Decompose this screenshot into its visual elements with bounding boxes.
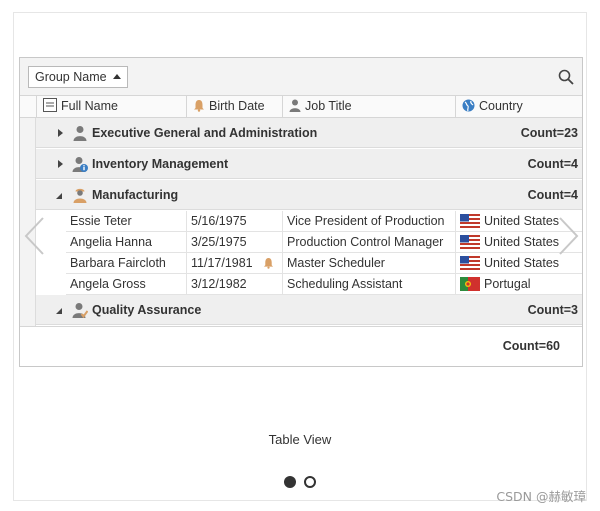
group-count: Count=23 bbox=[520, 126, 578, 140]
cell-job-title: Scheduling Assistant bbox=[282, 274, 455, 294]
view-caption: Table View bbox=[268, 432, 332, 447]
group-name: Inventory Management bbox=[92, 157, 229, 171]
data-grid: Group Name Full Name Birth Date Job Titl… bbox=[19, 57, 583, 367]
birth-date-text: 3/12/1982 bbox=[191, 277, 247, 291]
person-icon bbox=[289, 99, 301, 112]
table-row[interactable]: Barbara Faircloth 11/17/1981 Master Sche… bbox=[66, 253, 582, 274]
group-name-label: Group Name bbox=[35, 70, 107, 84]
group-name: Quality Assurance bbox=[92, 303, 202, 317]
bell-icon bbox=[194, 100, 204, 112]
column-header-birth-date[interactable]: Birth Date bbox=[186, 96, 282, 117]
sort-triangle-icon bbox=[113, 74, 121, 79]
cell-country: Portugal bbox=[455, 274, 582, 294]
group-row-executive[interactable]: Executive General and Administration Cou… bbox=[36, 118, 582, 148]
cell-country: United States bbox=[455, 253, 582, 273]
cell-birth-date: 3/12/1982 bbox=[186, 274, 282, 294]
birth-date-text: 3/25/1975 bbox=[191, 235, 247, 249]
cell-full-name: Angela Gross bbox=[70, 277, 146, 291]
country-text: United States bbox=[484, 214, 560, 228]
table-row[interactable]: Angelia Hanna 3/25/1975 Production Contr… bbox=[66, 232, 582, 253]
cell-job-title: Production Control Manager bbox=[282, 232, 455, 252]
person-check-icon bbox=[72, 303, 88, 318]
column-header-label: Birth Date bbox=[209, 99, 265, 113]
column-header-job-title[interactable]: Job Title bbox=[282, 96, 455, 117]
group-count: Count=3 bbox=[527, 303, 578, 317]
person-icon bbox=[73, 126, 87, 141]
us-flag-icon bbox=[460, 214, 480, 228]
group-row-quality-assurance[interactable]: Quality Assurance Count=3 bbox=[36, 295, 582, 325]
globe-icon bbox=[462, 99, 475, 112]
total-count: Count=60 bbox=[502, 339, 560, 353]
us-flag-icon bbox=[460, 256, 480, 270]
country-text: United States bbox=[484, 256, 560, 270]
cell-job-title: Vice President of Production bbox=[282, 211, 455, 231]
person-info-icon bbox=[72, 157, 88, 172]
cell-full-name: Angelia Hanna bbox=[70, 235, 153, 249]
column-header-label: Job Title bbox=[305, 99, 352, 113]
table-row[interactable]: Essie Teter 5/16/1975 Vice President of … bbox=[66, 211, 582, 232]
column-header-label: Country bbox=[479, 99, 523, 113]
pager-dot-1[interactable] bbox=[284, 476, 296, 488]
column-header-full-name[interactable]: Full Name bbox=[36, 96, 186, 117]
worker-icon bbox=[73, 188, 87, 203]
grid-summary-footer: Count=60 bbox=[20, 326, 582, 366]
group-count: Count=4 bbox=[527, 157, 578, 171]
birth-date-text: 11/17/1981 bbox=[191, 256, 253, 270]
group-row-inventory[interactable]: Inventory Management Count=4 bbox=[36, 149, 582, 179]
text-field-icon bbox=[43, 98, 57, 112]
us-flag-icon bbox=[460, 235, 480, 249]
country-text: United States bbox=[484, 235, 560, 249]
group-name: Executive General and Administration bbox=[92, 126, 318, 140]
collapse-arrow-icon[interactable] bbox=[56, 193, 62, 199]
table-row[interactable]: Angela Gross 3/12/1982 Scheduling Assist… bbox=[66, 274, 582, 295]
group-name-button[interactable]: Group Name bbox=[28, 66, 128, 88]
cell-job-title: Master Scheduler bbox=[282, 253, 455, 273]
group-name: Manufacturing bbox=[92, 188, 179, 202]
search-icon[interactable] bbox=[558, 69, 574, 85]
expand-arrow-icon[interactable] bbox=[58, 129, 63, 137]
country-text: Portugal bbox=[484, 277, 531, 291]
collapse-arrow-icon[interactable] bbox=[56, 308, 62, 314]
previous-arrow-icon[interactable] bbox=[23, 216, 47, 256]
grid-toolbar: Group Name bbox=[20, 58, 582, 96]
watermark-text: CSDN @赫敏璋 bbox=[496, 489, 586, 504]
bell-icon bbox=[263, 257, 274, 269]
cell-full-name: Essie Teter bbox=[70, 214, 132, 228]
cell-birth-date: 5/16/1975 bbox=[186, 211, 282, 231]
column-header-row: Full Name Birth Date Job Title Country bbox=[20, 96, 582, 118]
group-count: Count=4 bbox=[527, 188, 578, 202]
pager-dot-2[interactable] bbox=[304, 476, 316, 488]
cell-full-name: Barbara Faircloth bbox=[70, 256, 166, 270]
portugal-flag-icon bbox=[460, 277, 480, 291]
column-header-country[interactable]: Country bbox=[455, 96, 582, 117]
next-arrow-icon[interactable] bbox=[556, 216, 580, 256]
birth-date-text: 5/16/1975 bbox=[191, 214, 247, 228]
column-header-label: Full Name bbox=[61, 99, 118, 113]
cell-birth-date: 3/25/1975 bbox=[186, 232, 282, 252]
expand-arrow-icon[interactable] bbox=[58, 160, 63, 168]
cell-birth-date: 11/17/1981 bbox=[186, 253, 282, 273]
group-row-manufacturing[interactable]: Manufacturing Count=4 bbox=[36, 180, 582, 210]
